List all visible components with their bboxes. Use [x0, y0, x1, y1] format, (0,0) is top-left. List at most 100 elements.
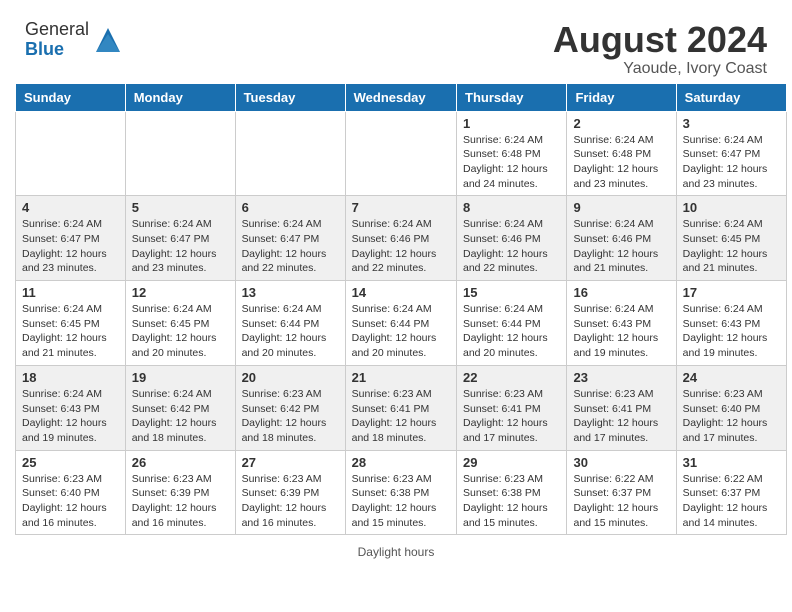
calendar-cell: 3Sunrise: 6:24 AM Sunset: 6:47 PM Daylig… [676, 111, 786, 196]
day-info: Sunrise: 6:24 AM Sunset: 6:42 PM Dayligh… [132, 387, 229, 446]
day-number: 4 [22, 200, 119, 215]
calendar-cell: 5 Sunrise: 6:24 AM Sunset: 6:47 PM Daylig… [125, 196, 235, 281]
day-header-wednesday: Wednesday [345, 83, 456, 111]
day-number: 19 [132, 370, 229, 385]
day-number: 23 [573, 370, 669, 385]
day-number: 22 [463, 370, 560, 385]
day-info: Sunrise: 6:24 AM Sunset: 6:43 PM Dayligh… [573, 302, 669, 361]
calendar-cell: 19 Sunrise: 6:24 AM Sunset: 6:42 PM Dayli… [125, 365, 235, 450]
day-info: Sunrise: 6:23 AM Sunset: 6:41 PM Dayligh… [573, 387, 669, 446]
day-number: 1 [463, 116, 560, 131]
header-row: SundayMondayTuesdayWednesdayThursdayFrid… [16, 83, 787, 111]
calendar-cell: 22Sunrise: 6:23 AM Sunset: 6:41 PM Dayli… [457, 365, 567, 450]
logo-general: General [25, 20, 89, 40]
calendar-cell: 31 Sunrise: 6:22 AM Sunset: 6:37 PM Dayli… [676, 450, 786, 535]
calendar-cell [345, 111, 456, 196]
day-number: 28 [352, 455, 450, 470]
day-info: Sunrise: 6:22 AM Sunset: 6:37 PM Dayligh… [683, 472, 780, 531]
logo-icon [92, 24, 124, 56]
day-number: 21 [352, 370, 450, 385]
calendar-cell: 18 Sunrise: 6:24 AM Sunset: 6:43 PM Dayli… [16, 365, 126, 450]
day-info: Sunrise: 6:24 AM Sunset: 6:46 PM Dayligh… [352, 217, 450, 276]
day-number: 13 [242, 285, 339, 300]
day-info: Sunrise: 6:24 AM Sunset: 6:48 PM Dayligh… [573, 133, 669, 192]
day-number: 3 [683, 116, 780, 131]
day-info: Sunrise: 6:23 AM Sunset: 6:42 PM Dayligh… [242, 387, 339, 446]
day-info: Sunrise: 6:23 AM Sunset: 6:38 PM Dayligh… [463, 472, 560, 531]
footer-note: Daylight hours [10, 540, 782, 564]
day-header-sunday: Sunday [16, 83, 126, 111]
day-number: 18 [22, 370, 119, 385]
day-info: Sunrise: 6:24 AM Sunset: 6:48 PM Dayligh… [463, 133, 560, 192]
day-number: 6 [242, 200, 339, 215]
day-info: Sunrise: 6:24 AM Sunset: 6:43 PM Dayligh… [683, 302, 780, 361]
day-header-saturday: Saturday [676, 83, 786, 111]
calendar-body: 1 Sunrise: 6:24 AM Sunset: 6:48 PM Daylig… [16, 111, 787, 535]
calendar-cell: 26 Sunrise: 6:23 AM Sunset: 6:39 PM Dayli… [125, 450, 235, 535]
day-info: Sunrise: 6:24 AM Sunset: 6:47 PM Dayligh… [242, 217, 339, 276]
day-info: Sunrise: 6:23 AM Sunset: 6:41 PM Dayligh… [352, 387, 450, 446]
day-number: 27 [242, 455, 339, 470]
calendar-cell: 24Sunrise: 6:23 AM Sunset: 6:40 PM Dayli… [676, 365, 786, 450]
day-header-tuesday: Tuesday [235, 83, 345, 111]
day-number: 26 [132, 455, 229, 470]
calendar-cell [235, 111, 345, 196]
day-number: 8 [463, 200, 560, 215]
day-number: 16 [573, 285, 669, 300]
day-number: 17 [683, 285, 780, 300]
calendar-week-3: 18 Sunrise: 6:24 AM Sunset: 6:43 PM Dayli… [16, 365, 787, 450]
day-number: 25 [22, 455, 119, 470]
calendar-cell: 30Sunrise: 6:22 AM Sunset: 6:37 PM Dayli… [567, 450, 676, 535]
calendar-cell: 15Sunrise: 6:24 AM Sunset: 6:44 PM Dayli… [457, 281, 567, 366]
day-info: Sunrise: 6:24 AM Sunset: 6:44 PM Dayligh… [352, 302, 450, 361]
day-number: 12 [132, 285, 229, 300]
day-number: 24 [683, 370, 780, 385]
calendar-cell: 6 Sunrise: 6:24 AM Sunset: 6:47 PM Daylig… [235, 196, 345, 281]
day-info: Sunrise: 6:24 AM Sunset: 6:46 PM Dayligh… [573, 217, 669, 276]
day-number: 5 [132, 200, 229, 215]
day-info: Sunrise: 6:23 AM Sunset: 6:38 PM Dayligh… [352, 472, 450, 531]
day-info: Sunrise: 6:24 AM Sunset: 6:44 PM Dayligh… [463, 302, 560, 361]
calendar-cell: 1 Sunrise: 6:24 AM Sunset: 6:48 PM Daylig… [457, 111, 567, 196]
day-number: 14 [352, 285, 450, 300]
day-info: Sunrise: 6:24 AM Sunset: 6:45 PM Dayligh… [132, 302, 229, 361]
day-info: Sunrise: 6:24 AM Sunset: 6:43 PM Dayligh… [22, 387, 119, 446]
calendar-cell: 13Sunrise: 6:24 AM Sunset: 6:44 PM Dayli… [235, 281, 345, 366]
calendar-cell: 20 Sunrise: 6:23 AM Sunset: 6:42 PM Dayli… [235, 365, 345, 450]
calendar-cell [125, 111, 235, 196]
calendar-cell: 12 Sunrise: 6:24 AM Sunset: 6:45 PM Dayli… [125, 281, 235, 366]
calendar-cell: 29Sunrise: 6:23 AM Sunset: 6:38 PM Dayli… [457, 450, 567, 535]
calendar-cell: 7 Sunrise: 6:24 AM Sunset: 6:46 PM Daylig… [345, 196, 456, 281]
calendar-week-1: 4 Sunrise: 6:24 AM Sunset: 6:47 PM Daylig… [16, 196, 787, 281]
calendar-cell: 11 Sunrise: 6:24 AM Sunset: 6:45 PM Dayli… [16, 281, 126, 366]
day-info: Sunrise: 6:24 AM Sunset: 6:45 PM Dayligh… [22, 302, 119, 361]
calendar-cell: 17 Sunrise: 6:24 AM Sunset: 6:43 PM Dayli… [676, 281, 786, 366]
calendar-table: SundayMondayTuesdayWednesdayThursdayFrid… [15, 83, 787, 536]
day-number: 31 [683, 455, 780, 470]
calendar-cell: 9 Sunrise: 6:24 AM Sunset: 6:46 PM Daylig… [567, 196, 676, 281]
day-info: Sunrise: 6:24 AM Sunset: 6:47 PM Dayligh… [132, 217, 229, 276]
day-number: 11 [22, 285, 119, 300]
calendar-cell: 28 Sunrise: 6:23 AM Sunset: 6:38 PM Dayli… [345, 450, 456, 535]
calendar-week-4: 25 Sunrise: 6:23 AM Sunset: 6:40 PM Dayli… [16, 450, 787, 535]
page-header: General Blue August 2024 Yaoude, Ivory C… [10, 10, 782, 83]
day-info: Sunrise: 6:23 AM Sunset: 6:39 PM Dayligh… [132, 472, 229, 531]
location-subtitle: Yaoude, Ivory Coast [553, 60, 767, 78]
calendar-week-2: 11 Sunrise: 6:24 AM Sunset: 6:45 PM Dayli… [16, 281, 787, 366]
day-number: 30 [573, 455, 669, 470]
calendar-cell: 16 Sunrise: 6:24 AM Sunset: 6:43 PM Dayli… [567, 281, 676, 366]
calendar-cell: 4Sunrise: 6:24 AM Sunset: 6:47 PM Daylig… [16, 196, 126, 281]
day-header-friday: Friday [567, 83, 676, 111]
day-number: 9 [573, 200, 669, 215]
logo: General Blue [25, 20, 124, 60]
logo-text: General Blue [25, 20, 89, 60]
calendar-cell: 27Sunrise: 6:23 AM Sunset: 6:39 PM Dayli… [235, 450, 345, 535]
day-header-thursday: Thursday [457, 83, 567, 111]
calendar-cell: 8Sunrise: 6:24 AM Sunset: 6:46 PM Daylig… [457, 196, 567, 281]
logo-blue: Blue [25, 40, 89, 60]
calendar-cell: 14 Sunrise: 6:24 AM Sunset: 6:44 PM Dayli… [345, 281, 456, 366]
day-number: 20 [242, 370, 339, 385]
calendar-header: SundayMondayTuesdayWednesdayThursdayFrid… [16, 83, 787, 111]
day-number: 7 [352, 200, 450, 215]
day-info: Sunrise: 6:23 AM Sunset: 6:40 PM Dayligh… [22, 472, 119, 531]
